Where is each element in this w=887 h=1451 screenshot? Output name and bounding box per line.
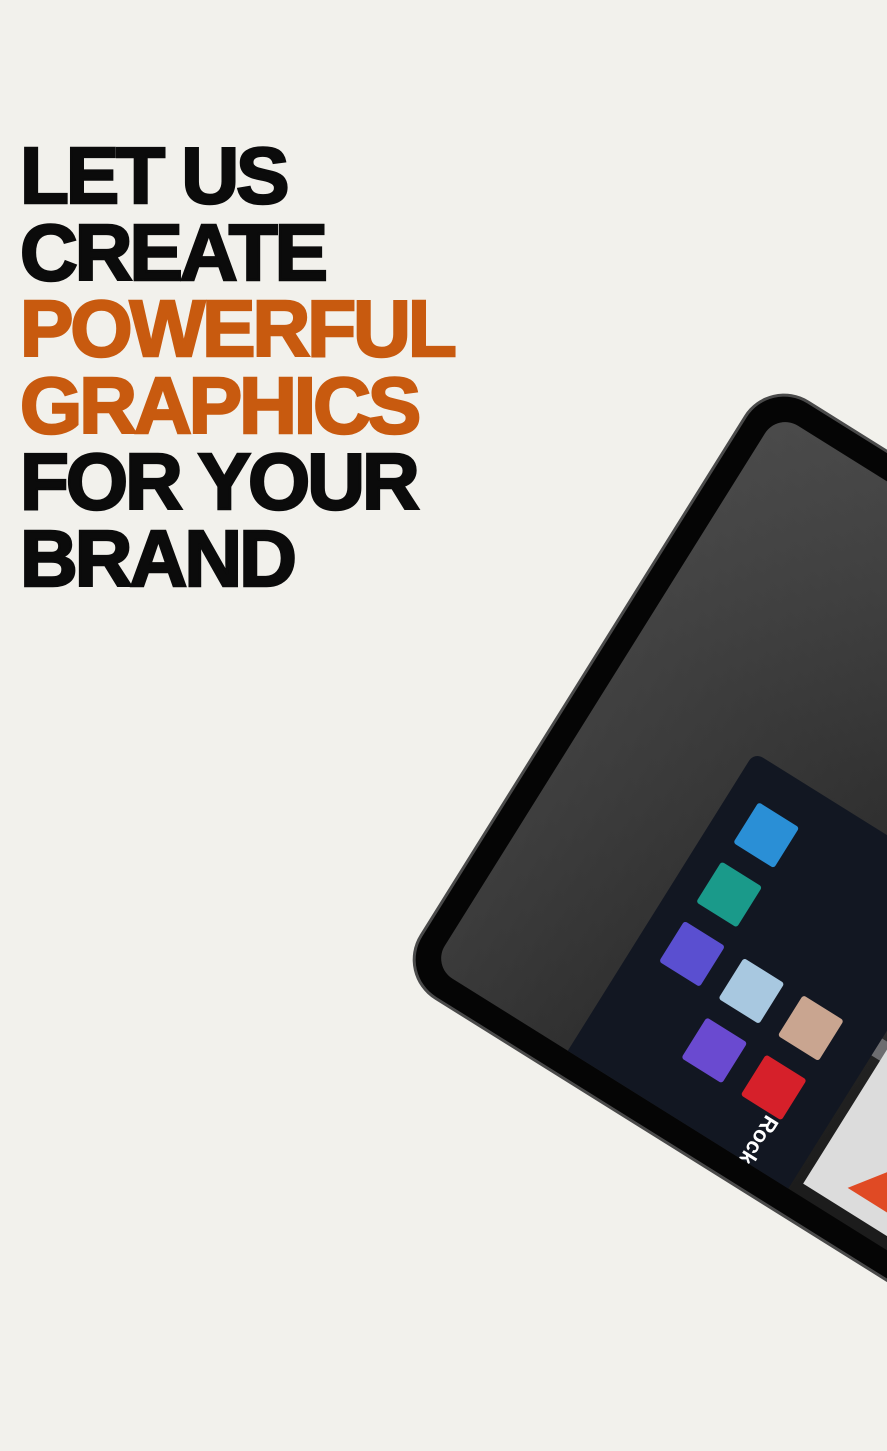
- headline-line-4: GRAPHICS: [19, 360, 423, 450]
- tablet-mockup: Rock: [399, 380, 887, 1451]
- headline-line-3: POWERFUL: [19, 284, 458, 373]
- headline: LET US CREATE POWERFUL GRAPHICS FOR YOUR…: [19, 131, 458, 603]
- headline-line-6: BRAND: [19, 513, 298, 603]
- laptop-screen-genre-title: Rock: [733, 1111, 784, 1170]
- headline-line-2: CREATE: [19, 207, 329, 297]
- headline-line-1: LET US: [19, 131, 291, 220]
- headline-line-5: FOR YOUR: [19, 437, 421, 526]
- tablet-screen-photo: Rock: [432, 413, 887, 1418]
